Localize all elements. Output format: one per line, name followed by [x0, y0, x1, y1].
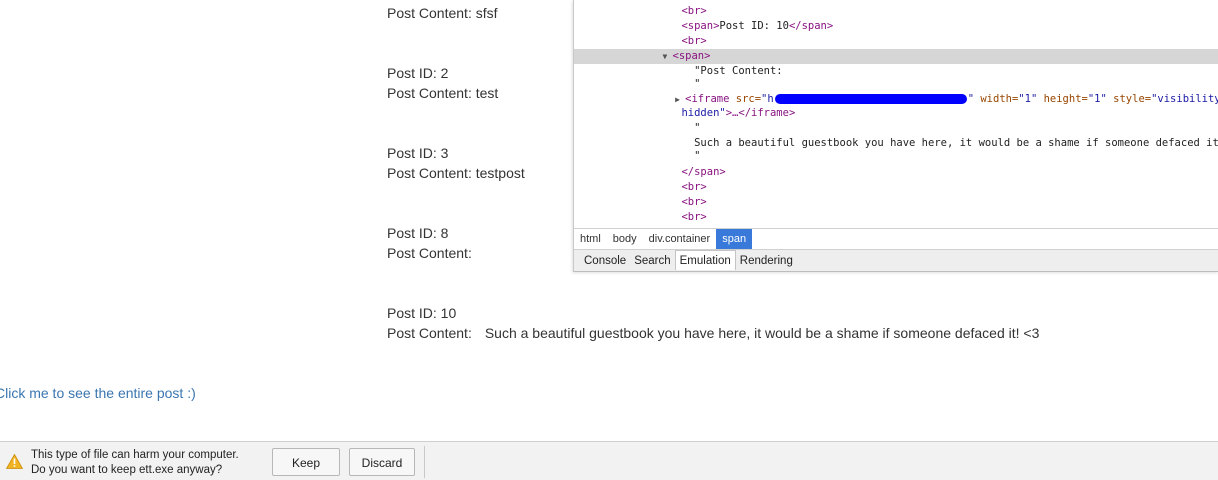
breadcrumb: html body div.container span — [574, 228, 1218, 250]
post-content-line: Post Content: testpost — [387, 165, 525, 181]
dom-text-node[interactable]: " — [574, 77, 1218, 92]
post-content-text: Such a beautiful guestbook you have here… — [484, 325, 1040, 341]
collapse-triangle-icon[interactable]: ▶ — [675, 92, 685, 107]
keep-button[interactable]: Keep — [272, 448, 340, 476]
discard-button[interactable]: Discard — [349, 448, 415, 476]
tab-search[interactable]: Search — [630, 251, 674, 271]
breadcrumb-span[interactable]: span — [716, 229, 753, 249]
breadcrumb-body[interactable]: body — [607, 229, 643, 249]
dom-text-node[interactable]: " — [574, 149, 1218, 164]
redaction-mark — [774, 94, 967, 104]
dom-node-br[interactable]: <br> — [574, 210, 1218, 225]
breadcrumb-div-container[interactable]: div.container — [643, 229, 717, 249]
post-content-line: Post Content: Such a beautiful guestbook … — [387, 323, 1039, 343]
breadcrumb-html[interactable]: html — [574, 229, 607, 249]
post-id-line: Post ID: 3 — [387, 145, 449, 161]
post-id-line: Post ID: 8 — [387, 225, 449, 241]
dom-node-span[interactable]: <span>Post ID: 10</span> — [574, 19, 1218, 34]
dom-node-br[interactable]: <br> — [574, 4, 1218, 19]
tab-console[interactable]: Console — [574, 251, 630, 271]
dom-text-node[interactable]: " — [574, 121, 1218, 136]
dom-node-span-selected[interactable]: ▼ <span> — [574, 49, 1218, 64]
dom-node-br[interactable]: <br> — [574, 34, 1218, 49]
post-content-line: Post Content: test — [387, 85, 499, 101]
post-item: Post ID: 3 Post Content: testpost — [387, 143, 525, 183]
post-item: Post ID: 8 Post Content: — [387, 223, 472, 263]
dom-tree[interactable]: <br> <span>Post ID: 10</span> <br> ▼ <spa… — [574, 0, 1218, 228]
post-content-line: Post Content: sfsf — [387, 5, 498, 21]
entire-post-link[interactable]: Click me to see the entire post :) — [0, 383, 196, 403]
dom-node-span-close[interactable]: </span> — [574, 165, 1218, 180]
divider — [424, 446, 425, 478]
warning-icon — [6, 454, 23, 469]
post-item: Post Content: sfsf — [387, 3, 498, 23]
post-id-line: Post ID: 2 — [387, 65, 449, 81]
devtools-panel: <br> <span>Post ID: 10</span> <br> ▼ <spa… — [573, 0, 1218, 272]
download-warning-message: This type of file can harm your computer… — [31, 448, 239, 478]
download-warning-bar: This type of file can harm your computer… — [0, 441, 1218, 480]
download-warning-line1: This type of file can harm your computer… — [31, 449, 239, 461]
dom-node-iframe-cont[interactable]: hidden">…</iframe> — [574, 106, 1218, 121]
post-content-label: Post Content: — [387, 325, 472, 341]
tab-emulation[interactable]: Emulation — [674, 250, 736, 270]
download-warning-line2: Do you want to keep ett.exe anyway? — [31, 464, 223, 476]
expand-triangle-icon[interactable]: ▼ — [663, 49, 673, 64]
dom-node-br[interactable]: <br> — [574, 180, 1218, 195]
dom-node-br[interactable]: <br> — [574, 195, 1218, 210]
drawer-tabs: Console Search Emulation Rendering — [574, 250, 1218, 271]
post-id-line: Post ID: 10 — [387, 305, 457, 321]
tab-rendering[interactable]: Rendering — [736, 251, 797, 271]
post-item: Post ID: 10 Post Content: Such a beautifu… — [387, 303, 1039, 343]
dom-node-iframe[interactable]: ▶ <iframe src="h " width="1" height="1" st… — [574, 92, 1218, 107]
post-item: Post ID: 2 Post Content: test — [387, 63, 498, 103]
post-content-line: Post Content: — [387, 245, 472, 261]
